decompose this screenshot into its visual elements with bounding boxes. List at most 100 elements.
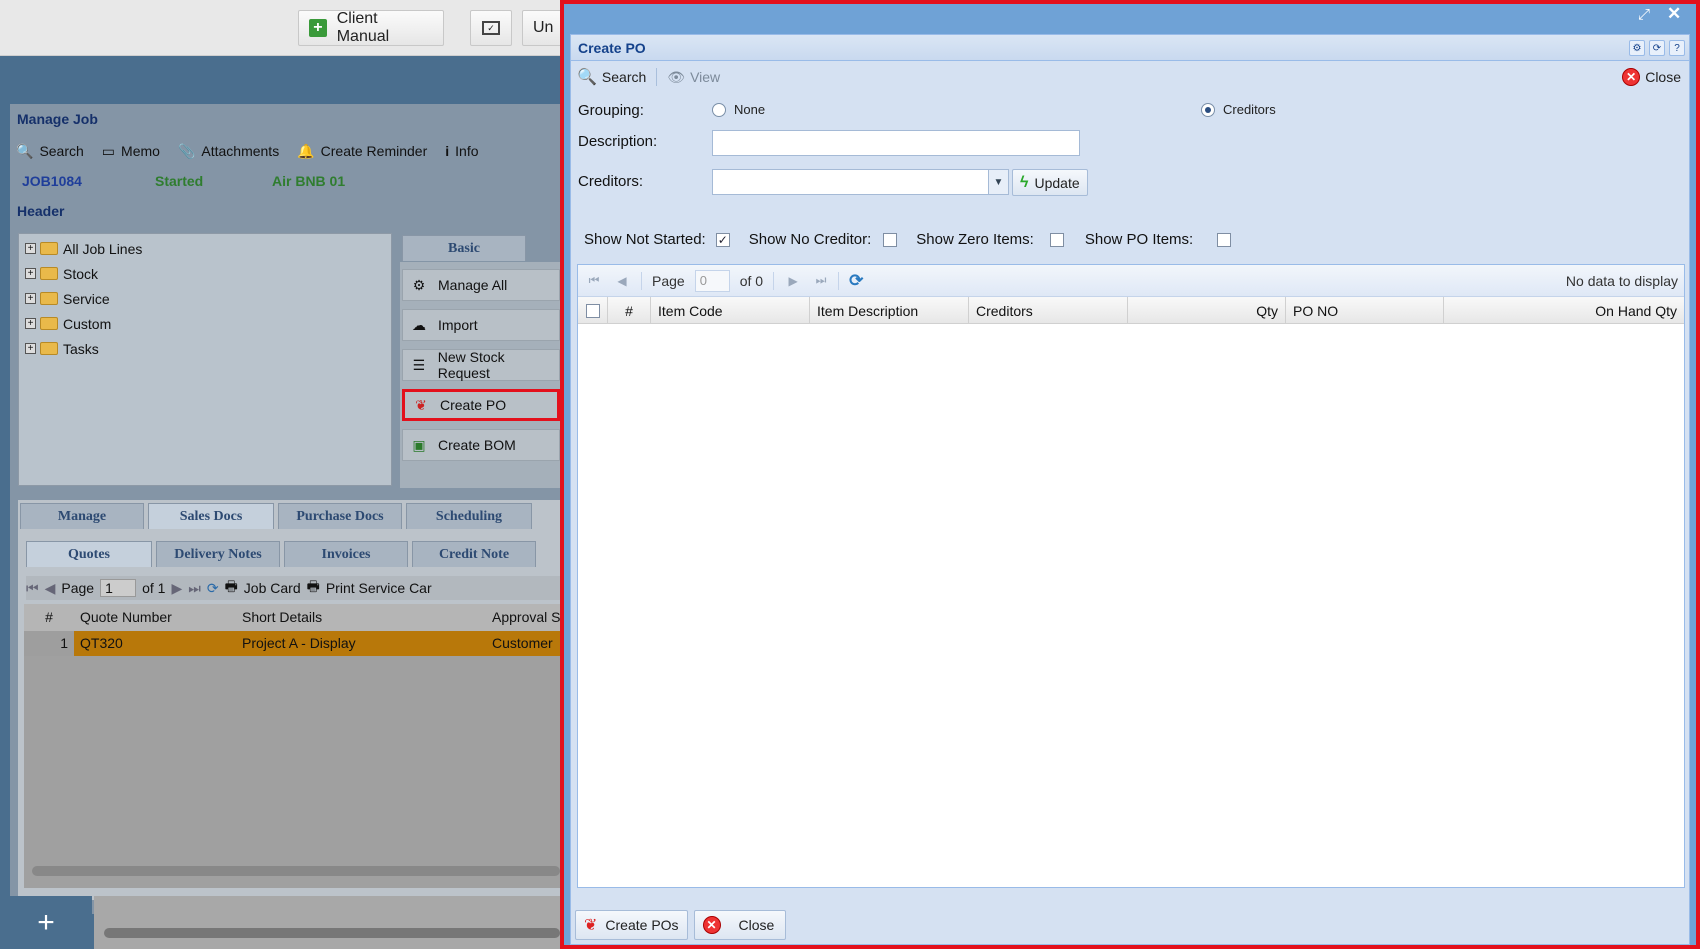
po-items-grid: ⏮ ◀ Page of 0 ▶ ⏭ ⟳ No data to display #…: [577, 264, 1685, 888]
tree-item-stock[interactable]: + Stock: [19, 261, 391, 286]
first-page-icon[interactable]: ⏮: [26, 580, 39, 597]
tab-delivery-notes[interactable]: Delivery Notes: [156, 541, 280, 567]
select-all-checkbox[interactable]: [585, 303, 600, 318]
next-page-icon[interactable]: ▶: [171, 580, 182, 597]
view-label: View: [690, 69, 721, 85]
header-label: Header: [17, 203, 65, 219]
mj-search-button[interactable]: Search: [39, 143, 83, 159]
col-creditors[interactable]: Creditors: [969, 297, 1128, 324]
mj-info-button[interactable]: Info: [455, 143, 478, 159]
refresh-icon[interactable]: ⟳: [1649, 40, 1665, 56]
expand-icon[interactable]: +: [25, 293, 36, 304]
client-manual-label: Client Manual: [336, 10, 390, 45]
refresh-icon[interactable]: ⟳: [207, 580, 219, 597]
col-qty[interactable]: Qty: [1128, 297, 1286, 324]
tree-item-service[interactable]: + Service: [19, 286, 391, 311]
eye-icon: 👁: [667, 68, 686, 85]
import-button[interactable]: ☁ Import: [402, 309, 560, 341]
col-on-hand-qty[interactable]: On Hand Qty: [1444, 297, 1684, 324]
mj-create-reminder-button[interactable]: Create Reminder: [321, 143, 428, 159]
create-po-button[interactable]: ❦ Create PO: [402, 389, 560, 421]
update-button[interactable]: ϟ Update: [1012, 169, 1088, 196]
tab-credit-note[interactable]: Credit Note: [412, 541, 536, 567]
show-po-items-label: Show PO Items:: [1084, 231, 1194, 248]
creditors-input[interactable]: [713, 170, 988, 194]
tab-invoices[interactable]: Invoices: [284, 541, 408, 567]
tab-basic[interactable]: Basic: [402, 235, 526, 261]
page-input[interactable]: 1: [100, 579, 137, 597]
expand-icon[interactable]: +: [25, 243, 36, 254]
truncated-button[interactable]: Un: [522, 10, 562, 46]
grid-header: # Item Code Item Description Creditors Q…: [578, 297, 1684, 324]
manage-all-button[interactable]: ⚙ Manage All: [402, 269, 560, 301]
show-no-creditor-checkbox[interactable]: [883, 232, 898, 247]
tree-item-label: Stock: [63, 265, 99, 282]
job-card-button[interactable]: Job Card: [244, 580, 301, 596]
toolbar-divider: [656, 68, 658, 86]
show-zero-items-label: Show Zero Items:: [916, 231, 1034, 248]
search-button[interactable]: 🔍 Search: [571, 64, 652, 90]
gear-icon[interactable]: ⚙: [1629, 40, 1645, 56]
first-page-icon[interactable]: ⏮: [587, 273, 601, 288]
show-not-started-checkbox[interactable]: ✓: [715, 232, 730, 247]
tree-item-label: Tasks: [63, 340, 99, 357]
maximize-icon[interactable]: ⤢: [1638, 6, 1650, 23]
last-page-icon[interactable]: ⏭: [188, 580, 201, 597]
prev-page-icon[interactable]: ◀: [45, 580, 56, 597]
footer-close-button[interactable]: ✕ Close: [693, 910, 786, 940]
help-icon[interactable]: ?: [1669, 40, 1685, 56]
grouping-label: Grouping:: [578, 102, 644, 119]
last-page-icon[interactable]: ⏭: [814, 273, 828, 288]
folder-icon: [40, 292, 58, 305]
cloud-upload-icon: ☁: [412, 316, 426, 333]
add-button[interactable]: +: [0, 896, 92, 949]
print-service-card-button[interactable]: Print Service Car: [326, 580, 432, 596]
radio-none[interactable]: [712, 102, 726, 117]
creditors-label: Creditors:: [578, 173, 644, 190]
create-pos-button[interactable]: ❦ Create POs: [575, 910, 688, 940]
expand-icon[interactable]: +: [25, 268, 36, 279]
creditors-combo[interactable]: ▼: [712, 169, 1009, 195]
col-item-code[interactable]: Item Code: [651, 297, 810, 324]
tab-scheduling[interactable]: Scheduling: [406, 503, 532, 529]
mj-memo-button[interactable]: Memo: [121, 143, 160, 159]
view-button[interactable]: 👁 View: [661, 64, 726, 90]
mj-attachments-button[interactable]: Attachments: [201, 143, 279, 159]
expand-icon[interactable]: +: [25, 343, 36, 354]
prev-page-icon[interactable]: ◀: [615, 274, 629, 288]
radio-creditors[interactable]: [1201, 102, 1215, 117]
refresh-icon[interactable]: ⟳: [849, 271, 863, 291]
chevron-down-icon[interactable]: ▼: [988, 170, 1008, 194]
new-stock-request-button[interactable]: ☰ New Stock Request: [402, 349, 560, 381]
client-manual-button[interactable]: + Client Manual: [298, 10, 444, 46]
page-label: Page: [652, 272, 685, 289]
tab-quotes[interactable]: Quotes: [26, 541, 152, 567]
footer-close-label: Close: [738, 917, 775, 933]
tree-item-custom[interactable]: + Custom: [19, 311, 391, 336]
description-label: Description:: [578, 133, 658, 150]
mail-button[interactable]: ✓: [470, 10, 512, 46]
tab-purchase-docs[interactable]: Purchase Docs: [278, 503, 402, 529]
grouping-none-option[interactable]: None: [712, 102, 765, 117]
grouping-creditors-option[interactable]: Creditors: [1201, 102, 1276, 117]
col-item-description[interactable]: Item Description: [810, 297, 969, 324]
toolbar-close-button[interactable]: ✕ Close: [1616, 64, 1687, 90]
next-page-icon[interactable]: ▶: [786, 274, 800, 288]
bottom-scrollbar[interactable]: [104, 928, 560, 938]
show-po-items-checkbox[interactable]: [1217, 232, 1232, 247]
horizontal-scrollbar[interactable]: [32, 866, 560, 876]
description-input[interactable]: [712, 130, 1080, 156]
page-input[interactable]: [694, 269, 730, 292]
tab-sales-docs[interactable]: Sales Docs: [148, 503, 274, 529]
expand-icon[interactable]: +: [25, 318, 36, 329]
tab-manage[interactable]: Manage: [20, 503, 144, 529]
create-bom-button[interactable]: ▣ Create BOM: [402, 429, 560, 461]
col-num[interactable]: #: [608, 297, 651, 324]
create-po-window: ⤢ ✕ Create PO ⚙ ⟳ ? 🔍 Search 👁 View ✕ Cl…: [560, 0, 1700, 949]
close-icon[interactable]: ✕: [1667, 4, 1681, 24]
col-po-no[interactable]: PO NO: [1286, 297, 1444, 324]
tree-item-tasks[interactable]: + Tasks: [19, 336, 391, 361]
table-row[interactable]: 1 QT320 Project A - Display Customer: [24, 631, 564, 656]
tree-item-all-job-lines[interactable]: + All Job Lines: [19, 236, 391, 261]
show-zero-items-checkbox[interactable]: [1049, 232, 1064, 247]
